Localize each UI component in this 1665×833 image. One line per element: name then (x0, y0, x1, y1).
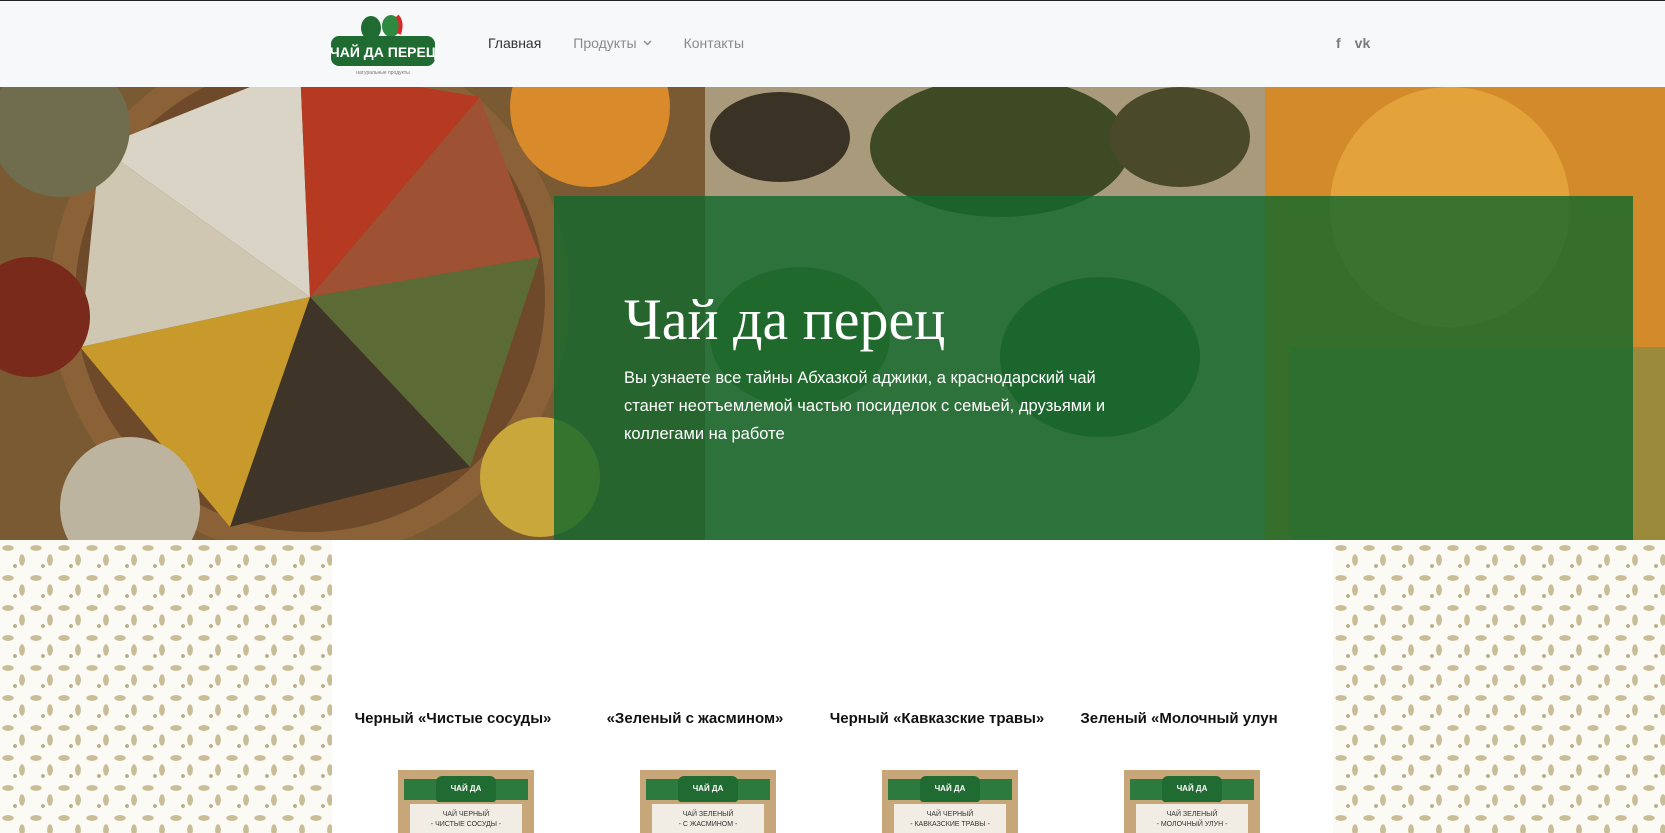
product-card[interactable]: Зеленый «Молочный улун ЧАЙ ДА ПЕРЕЦ ЧАЙ … (1058, 710, 1300, 833)
product-title[interactable]: Черный «Чистые сосуды» (332, 710, 574, 727)
nav-item-products[interactable]: Продукты (573, 35, 652, 51)
hero-text-panel: Чай да перец Вы узнаете все тайны Абхазк… (554, 196, 1633, 540)
products-section: Черный «Чистые сосуды» ЧАЙ ДА ПЕРЕЦ ЧАЙ … (332, 540, 1333, 833)
product-image[interactable]: ЧАЙ ДА ПЕРЕЦ ЧАЙ ЗЕЛЕНЫЙ- МОЛОЧНЫЙ УЛУН … (1124, 770, 1260, 833)
social-links: f vk (1336, 35, 1370, 51)
product-list: Черный «Чистые сосуды» ЧАЙ ДА ПЕРЕЦ ЧАЙ … (332, 710, 1333, 833)
pack-logo: ЧАЙ ДА ПЕРЕЦ (678, 776, 738, 819)
decorative-pattern-left (0, 540, 332, 833)
svg-text:натуральные продукты: натуральные продукты (356, 70, 410, 76)
pack-label: ЧАЙ ЗЕЛЕНЫЙ - С ЖАСМИНОМ - (652, 804, 764, 833)
vk-icon[interactable]: vk (1355, 35, 1371, 51)
facebook-icon[interactable]: f (1336, 35, 1341, 51)
product-title[interactable]: Зеленый «Молочный улун (1058, 710, 1300, 727)
product-image[interactable]: ЧАЙ ДА ПЕРЕЦ ЧАЙ ЧЕРНЫЙ- КАВКАЗСКИЕ ТРАВ… (882, 770, 1018, 833)
site-header: ЧАЙ ДА ПЕРЕЦ натуральные продукты Главна… (0, 0, 1665, 87)
product-image[interactable]: ЧАЙ ДА ПЕРЕЦ ЧАЙ ЗЕЛЕНЫЙ- С ЖАСМИНОМ - (640, 770, 776, 833)
pack-logo: ЧАЙ ДА ПЕРЕЦ (920, 776, 980, 819)
hero-banner: Чай да перец Вы узнаете все тайны Абхазк… (0, 87, 1665, 540)
product-card[interactable]: Черный «Кавказские травы» ЧАЙ ДА ПЕРЕЦ Ч… (816, 710, 1058, 833)
pack-label: ЧАЙ ЧЕРНЫЙ - ЧИСТЫЕ СОСУДЫ - (410, 804, 522, 833)
product-title[interactable]: Черный «Кавказские травы» (816, 710, 1058, 727)
pack-label: ЧАЙ ЗЕЛЕНЫЙ - МОЛОЧНЫЙ УЛУН - (1136, 804, 1248, 833)
pack-logo: ЧАЙ ДА ПЕРЕЦ (436, 776, 496, 819)
chevron-down-icon (643, 40, 652, 46)
pack-label: ЧАЙ ЧЕРНЫЙ - КАВКАЗСКИЕ ТРАВЫ - (894, 804, 1006, 833)
decorative-pattern-right (1333, 540, 1665, 833)
hero-title: Чай да перец (624, 287, 946, 352)
product-title[interactable]: «Зеленый с жасмином» (574, 710, 816, 727)
product-card[interactable]: Черный «Чистые сосуды» ЧАЙ ДА ПЕРЕЦ ЧАЙ … (332, 710, 574, 833)
product-image[interactable]: ЧАЙ ДА ПЕРЕЦ ЧАЙ ЧЕРНЫЙ- ЧИСТЫЕ СОСУДЫ - (398, 770, 534, 833)
nav-item-contacts[interactable]: Контакты (684, 35, 744, 51)
pack-logo: ЧАЙ ДА ПЕРЕЦ (1162, 776, 1222, 819)
nav-item-home[interactable]: Главная (488, 35, 541, 51)
product-card[interactable]: «Зеленый с жасмином» ЧАЙ ДА ПЕРЕЦ ЧАЙ ЗЕ… (574, 710, 816, 833)
main-nav: Главная Продукты Контакты (488, 35, 744, 51)
brand-logo[interactable]: ЧАЙ ДА ПЕРЕЦ натуральные продукты (330, 14, 437, 76)
svg-text:ЧАЙ ДА ПЕРЕЦ: ЧАЙ ДА ПЕРЕЦ (331, 43, 435, 60)
hero-subtitle: Вы узнаете все тайны Абхазкой аджики, а … (624, 369, 1106, 443)
